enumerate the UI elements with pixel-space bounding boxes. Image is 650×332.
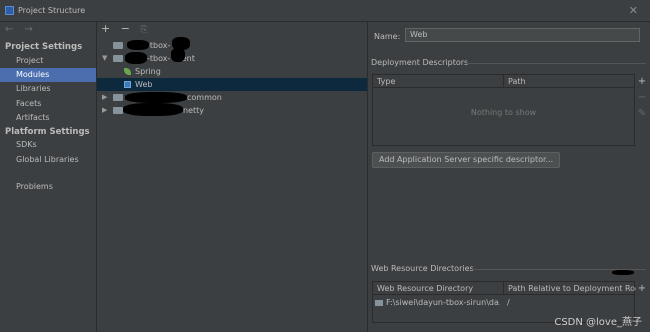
- expand-arrow-icon[interactable]: ▼: [102, 52, 110, 65]
- collapse-arrow-icon[interactable]: ▶: [102, 91, 110, 104]
- sidebar-item-sdks[interactable]: SDKs: [0, 138, 96, 152]
- module-folder-icon: [113, 107, 123, 114]
- tree-row-label: common: [187, 93, 222, 102]
- sidebar-item-modules[interactable]: Modules: [0, 68, 96, 82]
- remove-module-icon[interactable]: −: [121, 22, 130, 35]
- redaction-scribble: [171, 48, 185, 62]
- sidebar-item-artifacts[interactable]: Artifacts: [0, 111, 96, 125]
- remove-descriptor-icon[interactable]: −: [636, 92, 648, 108]
- edit-descriptor-icon[interactable]: ✎: [636, 108, 648, 124]
- window-title: Project Structure: [18, 6, 86, 15]
- name-field[interactable]: Web: [405, 28, 640, 42]
- sidebar-item-global-libraries[interactable]: Global Libraries: [0, 153, 96, 167]
- tree-row-label: netty: [183, 106, 204, 115]
- add-module-icon[interactable]: +: [101, 22, 110, 35]
- tree-row-module-common[interactable]: ▶ common: [97, 91, 367, 104]
- column-header-type[interactable]: Type: [373, 75, 503, 88]
- redaction-scribble: [125, 92, 187, 103]
- title-bar: Project Structure ✕: [0, 0, 650, 22]
- facet-detail-pane: Name: Web Deployment Descriptors Type Pa…: [368, 22, 650, 332]
- web-resource-table-tools: +: [636, 283, 648, 299]
- column-header-relative-path[interactable]: Path Relative to Deployment Root: [503, 282, 636, 295]
- redaction-scribble: [612, 270, 634, 275]
- close-icon[interactable]: ✕: [629, 4, 638, 17]
- back-forward-arrows-icon[interactable]: ← →: [5, 24, 37, 35]
- column-header-path[interactable]: Path: [503, 75, 636, 88]
- tree-row-label: Spring: [135, 67, 161, 76]
- platform-settings-heading: Platform Settings: [5, 127, 90, 137]
- module-folder-icon: [113, 94, 123, 101]
- tree-toolbar: + − ⎘: [101, 22, 155, 36]
- redaction-scribble: [125, 52, 147, 64]
- table-header: Type Path: [373, 75, 634, 88]
- empty-table-text: Nothing to show: [470, 108, 537, 117]
- add-server-descriptor-button[interactable]: Add Application Server specific descript…: [372, 152, 561, 168]
- deployment-descriptors-title: Deployment Descriptors: [371, 58, 469, 67]
- project-settings-heading: Project Settings: [5, 42, 83, 52]
- add-descriptor-icon[interactable]: +: [636, 76, 648, 92]
- module-folder-icon: [113, 55, 123, 62]
- table-header: Web Resource Directory Path Relative to …: [373, 282, 636, 295]
- sidebar-item-libraries[interactable]: Libraries: [0, 82, 96, 96]
- relative-path-cell[interactable]: /: [507, 297, 627, 309]
- tree-row-label: -tbox-: [147, 41, 171, 50]
- collapse-arrow-icon[interactable]: ▶: [102, 104, 110, 117]
- redaction-scribble: [123, 103, 183, 116]
- redaction-scribble: [127, 40, 149, 50]
- section-divider: [466, 63, 646, 64]
- name-label: Name:: [374, 32, 401, 41]
- tree-row-module[interactable]: -tbox-: [97, 37, 367, 52]
- intellij-app-icon: [5, 6, 14, 15]
- tree-row-facet-web[interactable]: Web: [97, 78, 367, 91]
- settings-sidebar: ← → Project Settings Project Modules Lib…: [0, 22, 97, 332]
- module-folder-icon: [113, 42, 123, 49]
- add-web-resource-icon[interactable]: +: [636, 283, 648, 299]
- web-resource-directories-title: Web Resource Directories: [371, 264, 474, 273]
- descriptor-table-tools: + − ✎: [636, 76, 648, 124]
- web-facet-icon: [124, 81, 131, 88]
- tree-row-module-client[interactable]: ▼ -tbox- client: [97, 48, 367, 65]
- column-header-web-resource-directory[interactable]: Web Resource Directory: [373, 282, 503, 295]
- tree-row-label: Web: [135, 80, 153, 89]
- tree-row-facet-spring[interactable]: Spring: [97, 65, 367, 78]
- copy-module-icon[interactable]: ⎘: [140, 25, 147, 35]
- folder-icon: [375, 299, 383, 306]
- table-row[interactable]: F:\siwei\dayun-tbox-sirun\da...: [375, 297, 500, 309]
- tree-row-module-netty[interactable]: ▶ netty: [97, 103, 367, 117]
- spring-leaf-icon: [124, 68, 131, 75]
- web-resource-directory-cell: F:\siwei\dayun-tbox-sirun\da...: [386, 298, 500, 307]
- csdn-watermark: CSDN @love_燕子: [554, 317, 642, 328]
- sidebar-item-problems[interactable]: Problems: [0, 180, 96, 194]
- deployment-descriptors-table[interactable]: Type Path Nothing to show: [372, 74, 635, 146]
- module-tree-pane: + − ⎘ -tbox- ▼ -tbox- client Spring Web …: [97, 22, 368, 332]
- sidebar-item-facets[interactable]: Facets: [0, 97, 96, 111]
- sidebar-item-project[interactable]: Project: [0, 54, 96, 68]
